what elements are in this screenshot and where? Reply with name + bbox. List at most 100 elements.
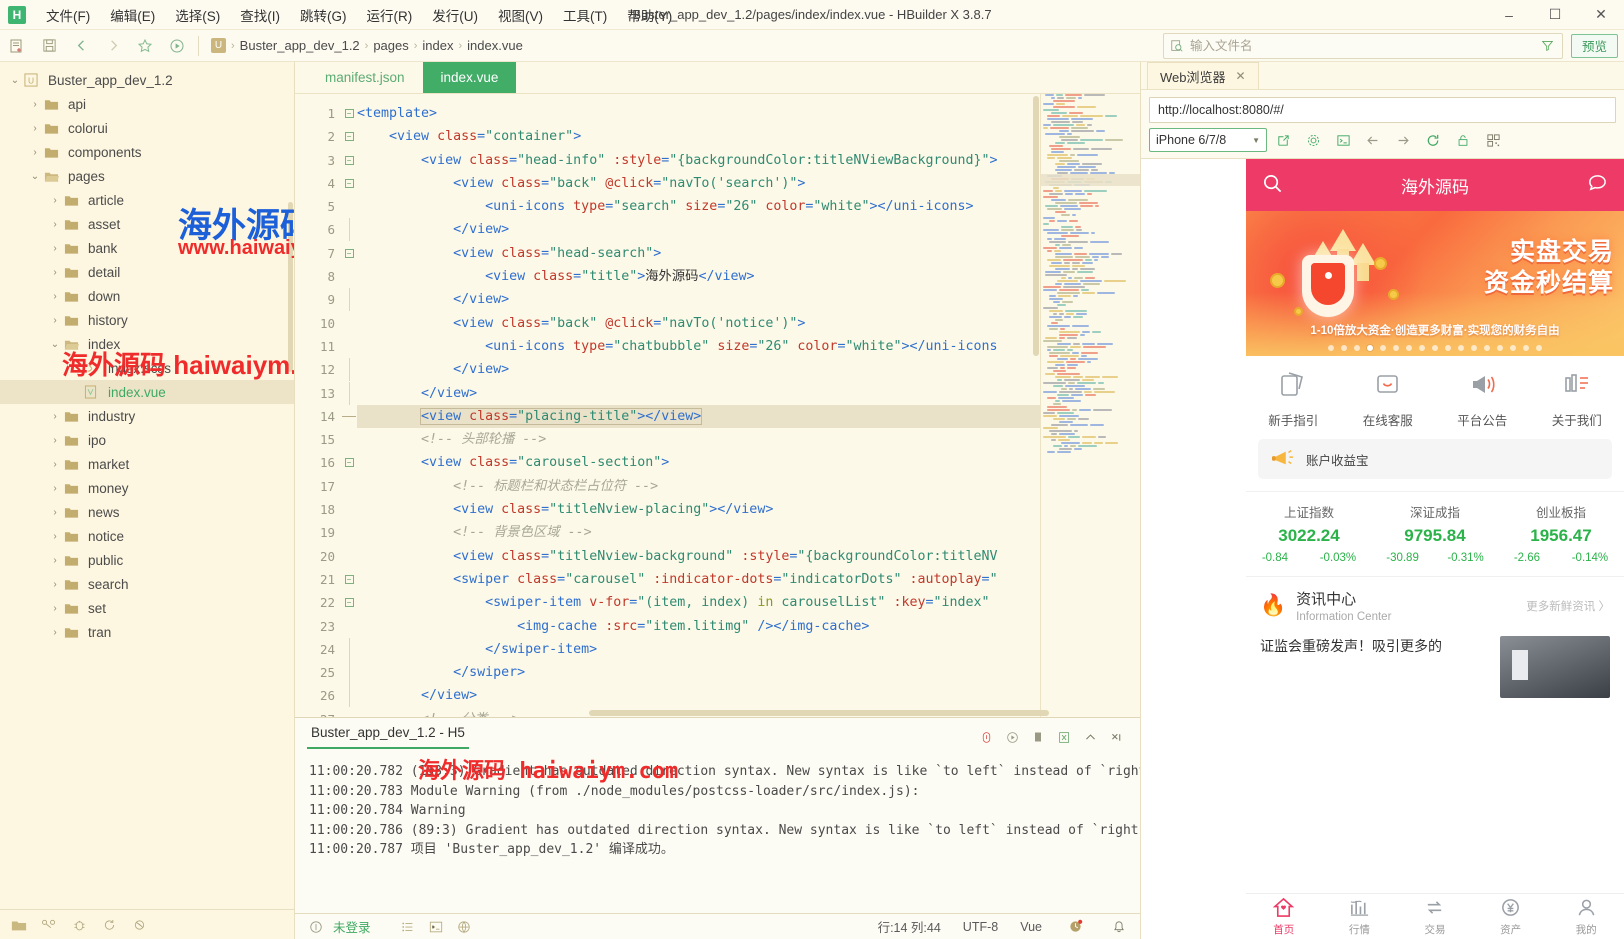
browser-url-bar[interactable]: http://localhost:8080/#/ — [1149, 97, 1616, 123]
tab-web-browser[interactable]: Web浏览器 ✕ — [1147, 62, 1259, 89]
tree-scrollbar[interactable] — [288, 202, 293, 372]
code-line[interactable]: <uni-icons type="chatbubble" size="26" c… — [357, 335, 1040, 358]
code-line[interactable]: <!-- 背景色区域 --> — [357, 521, 1040, 544]
code-line[interactable]: <view class="carousel-section"> — [357, 451, 1040, 474]
breadcrumb-item[interactable]: index.vue — [467, 38, 523, 53]
quick-grid-item[interactable]: 关于我们 — [1530, 370, 1624, 429]
device-select[interactable]: iPhone 6/7/8 ▼ — [1149, 128, 1267, 152]
carousel-dot[interactable] — [1458, 345, 1464, 351]
editor-horizontal-scrollbar[interactable] — [589, 710, 1049, 716]
code-line[interactable]: </view> — [357, 288, 1040, 311]
breadcrumb-item[interactable]: index — [422, 38, 453, 53]
carousel-dot[interactable] — [1536, 345, 1542, 351]
chevron-right-icon[interactable]: › — [46, 507, 64, 518]
carousel-dot[interactable] — [1471, 345, 1477, 351]
new-file-icon[interactable] — [2, 33, 32, 59]
tabbar-item-交易[interactable]: 交易 — [1397, 894, 1473, 939]
chevron-right-icon[interactable]: › — [46, 579, 64, 590]
breadcrumb-item[interactable]: Buster_app_dev_1.2 — [240, 38, 360, 53]
chevron-down-icon[interactable]: ⌄ — [26, 171, 44, 182]
carousel-dot[interactable] — [1510, 345, 1516, 351]
info-more-link[interactable]: 更多新鲜资讯 〉 — [1526, 598, 1610, 614]
code-line[interactable]: </view> — [357, 382, 1040, 405]
menu-edit[interactable]: 编辑(E) — [100, 1, 165, 29]
chat-bubble-icon[interactable] — [1587, 173, 1608, 197]
tree-item-market[interactable]: ›market — [0, 452, 294, 476]
file-search-box[interactable] — [1163, 33, 1563, 59]
open-external-icon[interactable] — [1269, 128, 1297, 152]
export-log-icon[interactable] — [1052, 725, 1076, 749]
code-line[interactable]: <view class="placing-title"></view> — [357, 405, 1040, 428]
fold-toggle-icon[interactable]: − — [341, 125, 357, 148]
history-icon[interactable] — [1064, 916, 1086, 938]
chevron-right-icon[interactable]: › — [26, 123, 44, 134]
chevron-right-icon[interactable]: › — [46, 315, 64, 326]
project-manager-icon[interactable] — [6, 913, 32, 937]
tree-item-tran[interactable]: ›tran — [0, 620, 294, 644]
forward-icon[interactable] — [98, 33, 128, 59]
carousel-dot[interactable] — [1484, 345, 1490, 351]
notification-bell-icon[interactable] — [1108, 916, 1130, 938]
chevron-right-icon[interactable]: › — [46, 291, 64, 302]
tree-item-notice[interactable]: ›notice — [0, 524, 294, 548]
quick-grid-item[interactable]: 在线客服 — [1341, 370, 1436, 429]
code-minimap[interactable] — [1040, 94, 1140, 717]
back-icon[interactable] — [1359, 128, 1387, 152]
code-line[interactable]: <img-cache :src="item.litimg" /></img-ca… — [357, 615, 1040, 638]
tree-item-bank[interactable]: ›bank — [0, 236, 294, 260]
menu-publish[interactable]: 发行(U) — [422, 1, 488, 29]
editor-vertical-scrollbar[interactable] — [1033, 96, 1039, 356]
code-line[interactable]: <view class="title">海外源码</view> — [357, 265, 1040, 288]
preview-button[interactable]: 预览 — [1571, 34, 1618, 58]
chevron-right-icon[interactable]: › — [46, 603, 64, 614]
minimap-viewport[interactable] — [1041, 174, 1140, 186]
back-icon[interactable] — [66, 33, 96, 59]
rerun-icon[interactable] — [1000, 725, 1024, 749]
chevron-down-icon[interactable]: ⌄ — [46, 339, 64, 350]
tabbar-item-首页[interactable]: 首页 — [1246, 894, 1322, 939]
menu-tools[interactable]: 工具(T) — [553, 1, 617, 29]
tree-item-index-vue[interactable]: index.vue — [0, 380, 294, 404]
carousel-dot[interactable] — [1406, 345, 1412, 351]
carousel-dot[interactable] — [1419, 345, 1425, 351]
code-line[interactable]: <uni-icons type="search" size="26" color… — [357, 195, 1040, 218]
network-icon[interactable] — [453, 916, 475, 938]
todo-list-icon[interactable] — [397, 916, 419, 938]
outline-icon[interactable] — [36, 913, 62, 937]
bug-icon[interactable] — [66, 913, 92, 937]
menu-help[interactable]: 帮助(Y) — [617, 1, 682, 29]
forward-icon[interactable] — [1389, 128, 1417, 152]
chevron-right-icon[interactable]: › — [26, 99, 44, 110]
reload-icon[interactable] — [1419, 128, 1447, 152]
carousel-dot[interactable] — [1393, 345, 1399, 351]
plugin-icon[interactable] — [126, 913, 152, 937]
code-line[interactable]: <view class="container"> — [357, 125, 1040, 148]
carousel-dot[interactable] — [1367, 345, 1373, 351]
lock-icon[interactable] — [1449, 128, 1477, 152]
tree-item-pages[interactable]: ⌄pages — [0, 164, 294, 188]
menu-goto[interactable]: 跳转(G) — [290, 1, 357, 29]
code-line[interactable]: <swiper class="carousel" :indicator-dots… — [357, 568, 1040, 591]
app-notice-bar[interactable]: 账户收益宝 — [1258, 439, 1612, 479]
tree-item-set[interactable]: ›set — [0, 596, 294, 620]
carousel-dot[interactable] — [1497, 345, 1503, 351]
tree-item-ipo[interactable]: ›ipo — [0, 428, 294, 452]
code-line[interactable]: <!-- 头部轮播 --> — [357, 428, 1040, 451]
menu-view[interactable]: 视图(V) — [488, 1, 553, 29]
carousel-dot[interactable] — [1341, 345, 1347, 351]
carousel-dot[interactable] — [1445, 345, 1451, 351]
chevron-right-icon[interactable]: › — [46, 435, 64, 446]
filter-funnel-icon[interactable] — [1534, 39, 1562, 52]
code-line[interactable]: </swiper> — [357, 661, 1040, 684]
tree-item-news[interactable]: ›news — [0, 500, 294, 524]
fold-toggle-icon[interactable]: − — [341, 451, 357, 474]
gear-icon[interactable] — [1299, 128, 1327, 152]
tree-item-article[interactable]: ›article — [0, 188, 294, 212]
carousel-dots[interactable] — [1246, 345, 1624, 351]
encoding-label[interactable]: UTF-8 — [963, 920, 998, 934]
tree-item-root[interactable]: ⌄UBuster_app_dev_1.2 — [0, 68, 294, 92]
fold-toggle-icon[interactable]: − — [341, 568, 357, 591]
code-line[interactable]: </swiper-item> — [357, 638, 1040, 661]
carousel-dot[interactable] — [1354, 345, 1360, 351]
chevron-right-icon[interactable]: › — [46, 459, 64, 470]
